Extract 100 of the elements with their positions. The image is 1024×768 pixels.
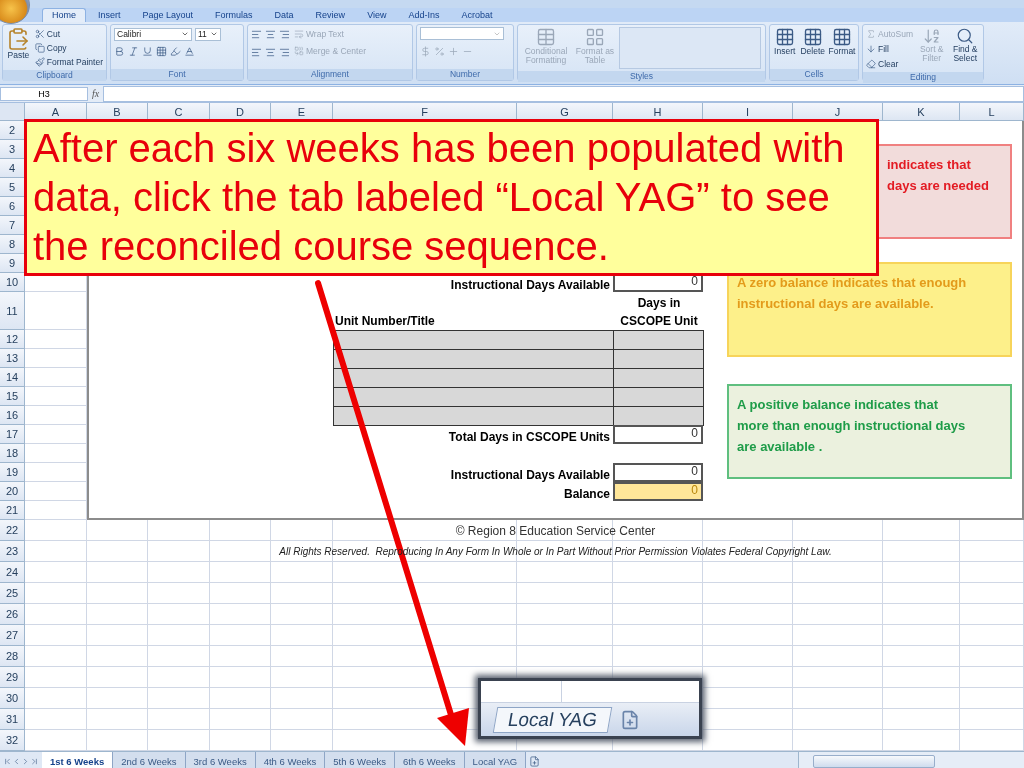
font-name-field[interactable]: Calibri	[114, 27, 192, 41]
row-header[interactable]: 30	[0, 688, 25, 709]
ribbon-tab[interactable]: Home	[42, 8, 86, 22]
row-header[interactable]: 13	[0, 349, 25, 368]
row-header[interactable]: 15	[0, 387, 25, 406]
row-header[interactable]: 7	[0, 216, 25, 235]
sheet-tab[interactable]: 5th 6 Weeks	[325, 752, 395, 768]
ribbon-tab[interactable]: Add-Ins	[398, 8, 450, 22]
copy-icon[interactable]	[34, 42, 45, 53]
row-header[interactable]: 12	[0, 330, 25, 349]
row-header[interactable]: 23	[0, 541, 25, 562]
align-left-icon[interactable]	[251, 46, 262, 58]
ribbon-tab[interactable]: Acrobat	[451, 8, 503, 22]
ribbon-tab[interactable]: View	[357, 8, 397, 22]
ribbon-tab[interactable]: Review	[305, 8, 356, 22]
down-arrow-icon[interactable]	[866, 43, 876, 54]
align-top-icon[interactable]	[251, 28, 262, 40]
font-color-icon[interactable]	[184, 45, 195, 57]
row-header[interactable]: 32	[0, 730, 25, 751]
sheet-tab[interactable]: 2nd 6 Weeks	[113, 752, 186, 768]
align-right-icon[interactable]	[279, 46, 290, 58]
cut-button[interactable]: Cut	[34, 27, 103, 40]
borders-icon[interactable]	[156, 45, 167, 57]
column-header[interactable]: K	[883, 103, 960, 121]
sheet-tab[interactable]: 1st 6 Weeks	[42, 752, 114, 768]
sheet-tab[interactable]: 4th 6 Weeks	[255, 752, 326, 768]
grid-icon[interactable]	[802, 27, 823, 47]
search-icon[interactable]	[956, 27, 975, 45]
align-bottom-icon[interactable]	[279, 28, 290, 40]
row-header[interactable]: 26	[0, 604, 25, 625]
font-size-field[interactable]: 11	[195, 27, 221, 41]
select-all-button[interactable]	[0, 103, 25, 121]
row-header[interactable]: 18	[0, 444, 25, 463]
row-header[interactable]: 2	[0, 121, 25, 140]
row-header[interactable]: 29	[0, 667, 25, 688]
ribbon-tab[interactable]: Formulas	[205, 8, 263, 22]
row-header[interactable]: 24	[0, 562, 25, 583]
row-header[interactable]: 17	[0, 425, 25, 444]
format-painter-button[interactable]: Format Painter	[34, 55, 103, 68]
function-label[interactable]: fx	[92, 88, 100, 99]
new-sheet-icon[interactable]	[529, 755, 541, 767]
row-header[interactable]: 10	[0, 273, 25, 292]
paste-icon[interactable]	[6, 27, 31, 51]
sheet-tab[interactable]: 6th 6 Weeks	[394, 752, 465, 768]
row-header[interactable]: 8	[0, 235, 25, 254]
clear-button[interactable]: Clear	[866, 57, 913, 70]
bold-icon[interactable]	[114, 45, 125, 57]
delete-button[interactable]: Delete	[800, 27, 825, 56]
row-header[interactable]: 20	[0, 482, 25, 501]
row-header[interactable]: 19	[0, 463, 25, 482]
row-header[interactable]: 27	[0, 625, 25, 646]
row-header[interactable]: 4	[0, 159, 25, 178]
paintbrush-icon[interactable]	[34, 56, 45, 67]
first-sheet-icon[interactable]	[3, 756, 12, 766]
row-header[interactable]: 31	[0, 709, 25, 730]
row-header[interactable]: 16	[0, 406, 25, 425]
scroll-thumb[interactable]	[813, 754, 935, 768]
row-header[interactable]: 25	[0, 583, 25, 604]
formula-field[interactable]	[103, 85, 1024, 102]
eraser-icon[interactable]	[866, 58, 876, 69]
percent-icon[interactable]	[434, 45, 445, 57]
paste-button[interactable]: Paste	[6, 27, 31, 60]
dropdown-icon[interactable]	[181, 30, 189, 38]
new-sheet-icon	[620, 709, 641, 730]
copy-button[interactable]: Copy	[34, 41, 103, 54]
row-header[interactable]: 28	[0, 646, 25, 667]
name-box[interactable]: H3	[0, 86, 88, 101]
grid-icon[interactable]	[774, 27, 795, 47]
row-header[interactable]: 5	[0, 178, 25, 197]
sheet-tab[interactable]: 3rd 6 Weeks	[185, 752, 256, 768]
ribbon-tab[interactable]: Page Layout	[132, 8, 204, 22]
insert-button[interactable]: Insert	[773, 27, 797, 56]
last-sheet-icon[interactable]	[30, 756, 39, 766]
column-header[interactable]: L	[960, 103, 1024, 121]
dropdown-icon[interactable]	[210, 30, 218, 38]
scissors-icon[interactable]	[34, 28, 45, 39]
next-sheet-icon[interactable]	[21, 756, 30, 766]
italic-icon[interactable]	[128, 45, 139, 57]
row-header[interactable]: 22	[0, 520, 25, 541]
row-header[interactable]: 3	[0, 140, 25, 159]
row-header[interactable]: 21	[0, 501, 25, 520]
ribbon-tab[interactable]: Data	[264, 8, 304, 22]
grid-icon[interactable]	[832, 27, 852, 47]
row-header[interactable]: 9	[0, 254, 25, 273]
align-center-icon[interactable]	[265, 46, 276, 58]
sheet-tab[interactable]: Local YAG	[464, 752, 527, 768]
underline-icon[interactable]	[142, 45, 153, 57]
format-button[interactable]: Format	[829, 27, 855, 56]
row-header[interactable]: 11	[0, 292, 25, 330]
fill-color-icon[interactable]	[170, 45, 181, 57]
ribbon-tab[interactable]: Insert	[88, 8, 131, 22]
previous-sheet-icon[interactable]	[12, 756, 21, 766]
fill-button[interactable]: Fill	[866, 42, 913, 55]
find-select-button[interactable]: Find & Select	[950, 27, 980, 63]
currency-icon[interactable]	[420, 45, 431, 57]
align-middle-icon[interactable]	[265, 28, 276, 40]
increase-decimal-icon[interactable]	[448, 45, 459, 57]
number-format-field[interactable]	[420, 27, 504, 40]
row-header[interactable]: 6	[0, 197, 25, 216]
row-header[interactable]: 14	[0, 368, 25, 387]
